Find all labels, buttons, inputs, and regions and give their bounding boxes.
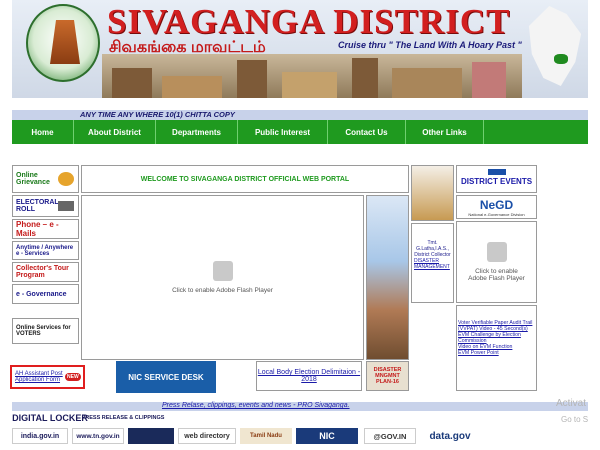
vvpat-video-link[interactable]: Voter Verifiable Paper Audit Trail (VVPA… [458, 320, 535, 332]
nic-service-label: NIC SERVICE DESK [128, 372, 204, 382]
events-icon [487, 169, 506, 175]
voters-services-link[interactable]: Online Services for VOTERS [12, 318, 79, 344]
phone-emails-label: Phone – e -Mails [16, 220, 59, 238]
negd-link[interactable]: NeGD National e-Governance Division [456, 195, 537, 219]
web-directory-label: web directory [184, 432, 230, 440]
press-release-link[interactable]: Press Relase, clippings, events and news… [162, 402, 350, 409]
evm-powerpoint-link[interactable]: EVM Power Point [458, 350, 535, 356]
welcome-banner: WELCOME TO SIVAGANGA DISTRICT OFFICIAL W… [81, 165, 409, 193]
negd-subtitle: National e-Governance Division [468, 211, 525, 217]
egov-label: @GOV.IN [373, 431, 407, 441]
web-directory-logo[interactable]: web directory [178, 428, 236, 444]
online-grievance-label: Online Grievance [16, 172, 50, 186]
nav-about-district[interactable]: About District [74, 120, 156, 144]
plugin-icon [212, 261, 233, 281]
grievance-icon [58, 172, 74, 186]
main-nav: Home About District Departments Public I… [12, 120, 588, 144]
marquee-text: ANY TIME ANY WHERE 10(1) CHITTA COPY [80, 110, 235, 119]
site-title-tamil: சிவகங்கை மாவட்டம் [109, 39, 266, 56]
disaster-management-link[interactable]: DISASTER MANAGEMENT [412, 258, 453, 270]
temple-photo [366, 195, 409, 360]
nic-logo[interactable]: NIC [296, 428, 358, 444]
disaster-plan-link[interactable]: DISASTER MNGMNT PLAN-16 [366, 361, 409, 391]
nav-contact-us[interactable]: Contact Us [328, 120, 406, 144]
nav-home[interactable]: Home [12, 120, 74, 144]
collector-info: Tmt. G.Latha,I.A.S., District Collector … [411, 223, 454, 303]
welcome-text: WELCOME TO SIVAGANGA DISTRICT OFFICIAL W… [140, 175, 350, 183]
tamilnadu-emblem [26, 4, 100, 82]
tn-gov-label: www.tn.gov.in [76, 432, 120, 440]
e-governance-link[interactable]: e - Governance [12, 284, 79, 304]
electoral-roll-label: ELECTORAL ROLL [16, 199, 59, 213]
nav-public-interest[interactable]: Public Interest [238, 120, 328, 144]
press-release-strip: Press Relase, clippings, events and news… [12, 402, 588, 411]
evm-links: Voter Verifiable Paper Audit Trail (VVPA… [456, 305, 537, 391]
district-events-link[interactable]: DISTRICT EVENTS [456, 165, 537, 193]
marquee-strip: ANY TIME ANY WHERE 10(1) CHITTA COPY [12, 110, 588, 120]
gov-emblem-logo[interactable] [128, 428, 174, 444]
phone-emails-link[interactable]: Phone – e -Mails [12, 219, 79, 239]
nav-other-links[interactable]: Other Links [406, 120, 484, 144]
nic-label: NIC [319, 431, 335, 441]
digital-locker-logo[interactable]: DIGITAL LOCKER [12, 411, 88, 424]
plugin-icon [486, 242, 507, 262]
nic-service-desk-link[interactable]: NIC SERVICE DESK [116, 361, 216, 393]
e-services-label: Anytime / Anywhere e - Services [16, 244, 74, 257]
negd-logo: NeGD [479, 197, 514, 212]
flash-text: Click to enable Adobe Flash Player [172, 287, 273, 294]
disaster-plan-label: DISASTER MNGMNT PLAN-16 [373, 367, 402, 385]
right-flash-text: Click to enable Adobe Flash Player [468, 268, 525, 282]
activate-watermark: Activat [556, 398, 587, 409]
nav-departments[interactable]: Departments [156, 120, 238, 144]
laptop-icon [58, 201, 74, 211]
evm-challenge-link[interactable]: EVM Challenge by Election Commission [458, 332, 535, 344]
tn-gov-logo[interactable]: www.tn.gov.in [72, 428, 124, 444]
online-grievance-link[interactable]: Online Grievance [12, 165, 79, 193]
flash-player-placeholder[interactable]: Click to enable Adobe Flash Player [81, 195, 364, 360]
election-delimitation-link[interactable]: Local Body Election Delimitaion - 2018 [256, 361, 362, 391]
site-title: SIVAGANGA DISTRICT [107, 2, 511, 41]
district-map-image [528, 6, 582, 86]
e-governance-label: e - Governance [16, 290, 67, 298]
india-gov-logo[interactable]: india.gov.in [12, 428, 68, 444]
egov-logo[interactable]: @GOV.IN [364, 428, 416, 444]
election-link-label: Local Body Election Delimitaion - 2018 [257, 369, 361, 383]
india-gov-label: india.gov.in [20, 432, 60, 440]
data-gov-logo[interactable]: data.gov [420, 428, 480, 444]
tamil-nadu-label: Tamil Nadu [250, 433, 282, 439]
activate-watermark-sub: Go to S [561, 415, 589, 424]
e-services-link[interactable]: Anytime / Anywhere e - Services [12, 241, 79, 260]
district-events-label: DISTRICT EVENTS [460, 177, 533, 186]
collector-tour-label: Collector's Tour Program [16, 265, 69, 279]
heritage-buildings-image [102, 54, 522, 98]
collector-photo [411, 165, 454, 221]
collector-tour-link[interactable]: Collector's Tour Program [12, 262, 79, 282]
electoral-roll-link[interactable]: ELECTORAL ROLL [12, 195, 79, 217]
new-badge: NEW [65, 373, 81, 381]
assistant-post-label: AH Assistant Post Application Form [15, 371, 63, 383]
press-release-logo[interactable]: PRESS RELEASE & CLIPPINGS [82, 411, 165, 424]
data-gov-label: data.gov [429, 430, 471, 442]
tamil-nadu-logo[interactable]: Tamil Nadu [240, 428, 292, 444]
right-flash-placeholder[interactable]: Click to enable Adobe Flash Player [456, 221, 537, 303]
assistant-post-form-link[interactable]: AH Assistant Post Application Form NEW [10, 365, 85, 389]
site-tagline: Cruise thru " The Land With A Hoary Past… [338, 40, 522, 50]
header-banner: SIVAGANGA DISTRICT சிவகங்கை மாவட்டம் Cru… [12, 0, 588, 98]
voters-services-label: Online Services for VOTERS [16, 325, 71, 337]
